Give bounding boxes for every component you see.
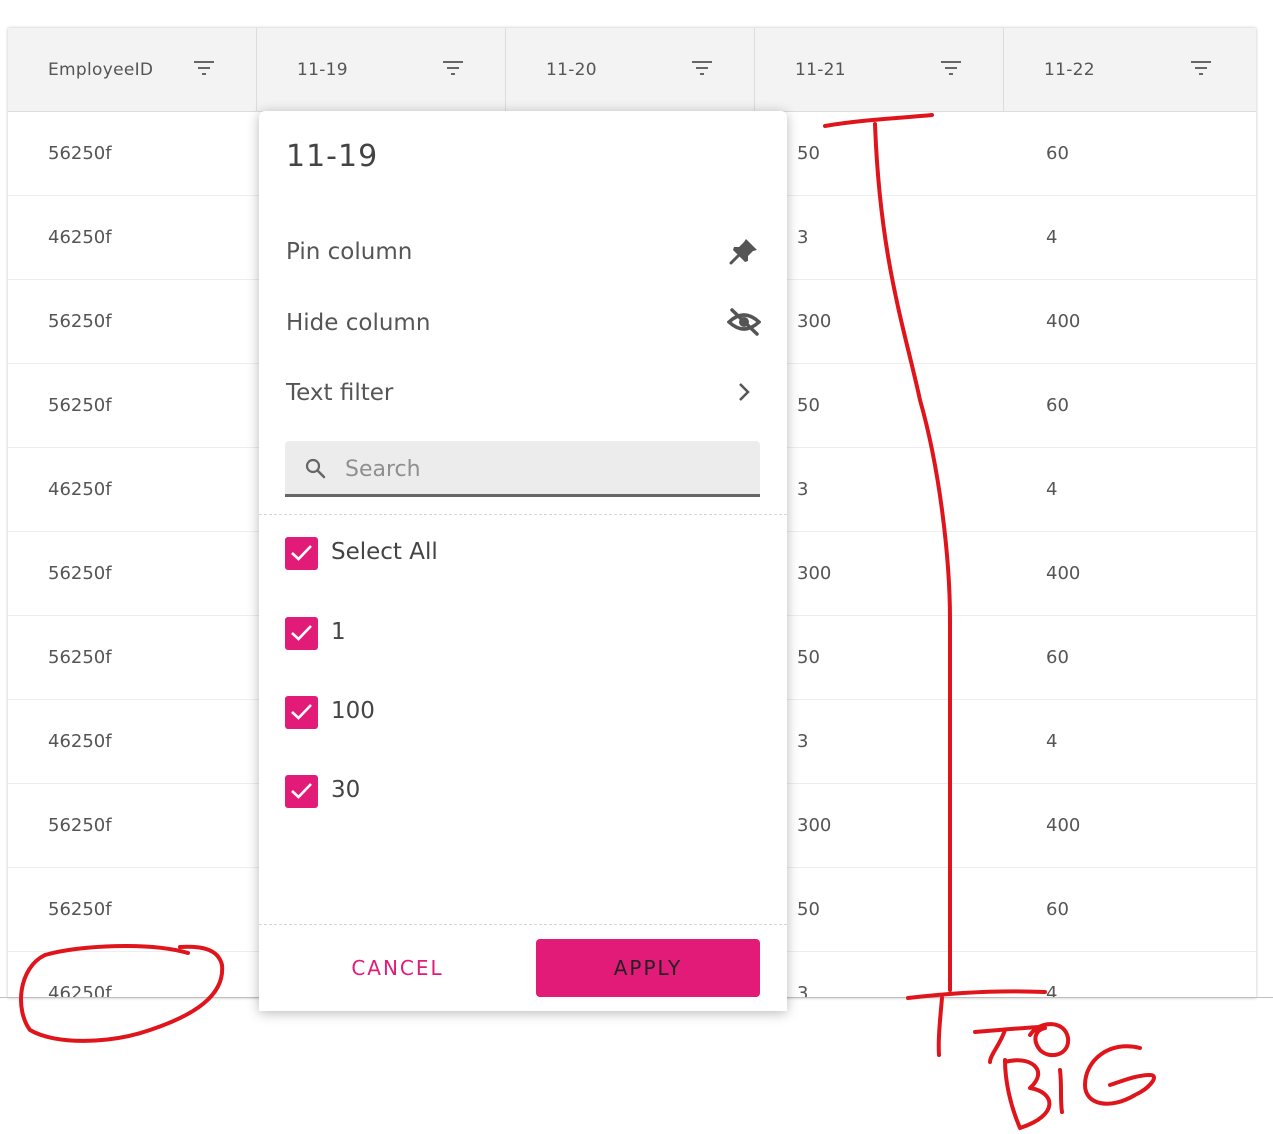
header-label: 11-20 bbox=[546, 60, 597, 80]
column-menu-title: 11-19 bbox=[286, 139, 379, 174]
employee-id-cell: 56250f bbox=[48, 143, 112, 164]
pin-icon bbox=[729, 239, 757, 265]
employee-id-cell: 46250f bbox=[48, 983, 112, 998]
cell-11-21: 50 bbox=[797, 143, 820, 164]
cell-11-22: 60 bbox=[1046, 647, 1069, 668]
cell-11-21: 300 bbox=[797, 815, 832, 836]
option-label: 30 bbox=[331, 777, 361, 803]
employee-id-cell: 56250f bbox=[48, 395, 112, 416]
cell-11-22: 400 bbox=[1046, 563, 1081, 584]
cell-11-21: 50 bbox=[797, 647, 820, 668]
menu-divider bbox=[259, 924, 787, 925]
option-label: 1 bbox=[331, 619, 346, 645]
cell-11-21: 3 bbox=[797, 227, 809, 248]
cell-11-21: 3 bbox=[797, 479, 809, 500]
header-cell-11-20[interactable]: 11-20 bbox=[506, 28, 755, 111]
header-cell-11-19[interactable]: 11-19 bbox=[257, 28, 506, 111]
cell-11-21: 3 bbox=[797, 983, 809, 998]
filter-icon[interactable] bbox=[692, 60, 712, 76]
employee-id-cell: 56250f bbox=[48, 647, 112, 668]
column-menu: 11-19 Pin column Hide column Text filter bbox=[259, 111, 787, 1011]
header-label: 11-21 bbox=[795, 60, 846, 80]
menu-item-label: Pin column bbox=[286, 239, 413, 265]
employee-id-cell: 46250f bbox=[48, 731, 112, 752]
menu-item-label: Text filter bbox=[286, 380, 394, 406]
search-input[interactable] bbox=[343, 449, 747, 489]
cell-11-21: 300 bbox=[797, 311, 832, 332]
header-label: 11-22 bbox=[1044, 60, 1095, 80]
filter-icon[interactable] bbox=[941, 60, 961, 76]
cell-11-21: 50 bbox=[797, 395, 820, 416]
header-cell-11-21[interactable]: 11-21 bbox=[755, 28, 1004, 111]
cell-11-22: 4 bbox=[1046, 479, 1058, 500]
menu-divider bbox=[259, 514, 787, 515]
employee-id-cell: 46250f bbox=[48, 479, 112, 500]
header-label: EmployeeID bbox=[48, 60, 154, 80]
employee-id-cell: 56250f bbox=[48, 899, 112, 920]
menu-item-label: Hide column bbox=[286, 310, 431, 336]
search-icon bbox=[305, 458, 326, 479]
checkbox-checked[interactable] bbox=[285, 775, 318, 808]
cell-11-22: 400 bbox=[1046, 815, 1081, 836]
option-label: Select All bbox=[331, 539, 438, 565]
annotation-big-text bbox=[1003, 1044, 1156, 1130]
employee-id-cell: 56250f bbox=[48, 311, 112, 332]
filter-icon[interactable] bbox=[443, 60, 463, 76]
cell-11-22: 400 bbox=[1046, 311, 1081, 332]
cell-11-22: 60 bbox=[1046, 143, 1069, 164]
option-label: 100 bbox=[331, 698, 375, 724]
apply-button[interactable]: APPLY bbox=[536, 939, 760, 997]
header-cell-11-22[interactable]: 11-22 bbox=[1004, 28, 1253, 111]
annotation-too-text bbox=[973, 1022, 1071, 1064]
pin-column-item[interactable]: Pin column bbox=[259, 221, 787, 281]
checkbox-checked[interactable] bbox=[285, 696, 318, 729]
cell-11-21: 300 bbox=[797, 563, 832, 584]
cell-11-22: 60 bbox=[1046, 395, 1069, 416]
cell-11-22: 4 bbox=[1046, 227, 1058, 248]
search-field[interactable] bbox=[285, 441, 760, 497]
grid-header: EmployeeID 11-19 11-20 11-21 11-22 bbox=[8, 28, 1256, 112]
cell-11-21: 3 bbox=[797, 731, 809, 752]
eye-off-icon bbox=[727, 308, 761, 336]
employee-id-cell: 56250f bbox=[48, 815, 112, 836]
employee-id-cell: 56250f bbox=[48, 563, 112, 584]
hide-column-item[interactable]: Hide column bbox=[259, 292, 787, 352]
cell-11-21: 50 bbox=[797, 899, 820, 920]
checkbox-checked[interactable] bbox=[285, 617, 318, 650]
header-cell-employeeid[interactable]: EmployeeID bbox=[8, 28, 257, 111]
cell-11-22: 60 bbox=[1046, 899, 1069, 920]
header-label: 11-19 bbox=[297, 60, 348, 80]
chevron-right-icon bbox=[739, 383, 750, 401]
text-filter-item[interactable]: Text filter bbox=[259, 362, 787, 422]
filter-icon[interactable] bbox=[194, 60, 214, 76]
cancel-button[interactable]: CANCEL bbox=[285, 939, 510, 997]
filter-icon[interactable] bbox=[1191, 60, 1211, 76]
checkbox-checked[interactable] bbox=[285, 537, 318, 570]
employee-id-cell: 46250f bbox=[48, 227, 112, 248]
cell-11-22: 4 bbox=[1046, 983, 1058, 998]
cell-11-22: 4 bbox=[1046, 731, 1058, 752]
